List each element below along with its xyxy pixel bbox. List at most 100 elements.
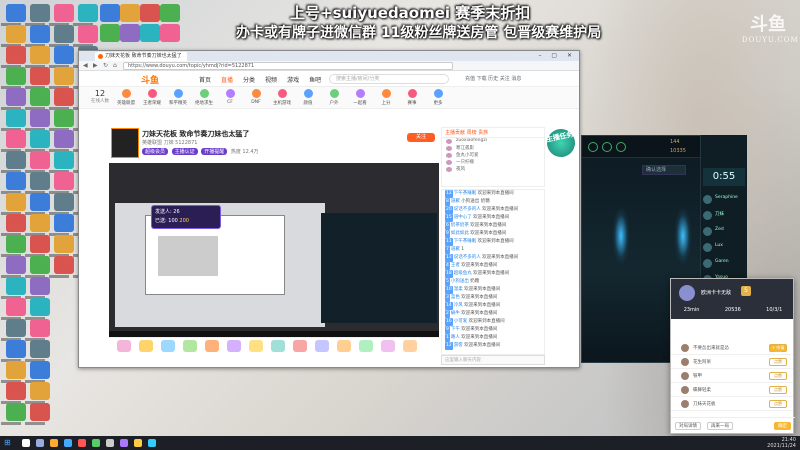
chat-username[interactable]: 温柔	[454, 287, 463, 292]
desktop-shortcut-icon[interactable]	[6, 193, 26, 211]
user-toolbar[interactable]: 充值 下载 历史 关注 消息	[465, 75, 521, 82]
desktop-shortcut-icon[interactable]	[6, 382, 26, 400]
desktop-shortcut-icon[interactable]	[100, 24, 120, 42]
row-action-button[interactable]: 点赞	[769, 372, 787, 380]
desktop-shortcut-icon[interactable]	[30, 67, 50, 85]
desktop-shortcut-icon[interactable]	[78, 4, 98, 22]
desktop-shortcut-icon[interactable]	[6, 340, 26, 358]
site-nav-item[interactable]: 鱼吧	[309, 77, 321, 84]
tag-pill[interactable]: 超级会员	[142, 148, 169, 155]
category-item[interactable]: 更多	[427, 89, 449, 106]
play-again-button[interactable]: 再来一局	[707, 422, 733, 430]
desktop-shortcut-icon[interactable]	[54, 4, 74, 22]
desktop-shortcut-icon[interactable]	[30, 340, 50, 358]
desktop-shortcut-icon[interactable]	[6, 46, 26, 64]
desktop-shortcut-icon[interactable]	[30, 382, 50, 400]
chat-username[interactable]: 下午茶睡眠	[454, 191, 477, 196]
category-item[interactable]: 上分	[375, 89, 397, 106]
gift-icon[interactable]	[337, 340, 351, 352]
chat-input[interactable]: 这里输入聊天内容	[441, 355, 545, 365]
game-avatar-icon[interactable]	[616, 142, 626, 152]
chat-username[interactable]: 道歉	[451, 247, 460, 252]
rank-tabs[interactable]: 主播贡献 周榜 贵族	[442, 128, 544, 138]
site-nav-item[interactable]: 分类	[243, 77, 255, 84]
tag-pill[interactable]: 主播认证	[171, 148, 198, 155]
site-nav-item[interactable]: 视频	[265, 77, 277, 84]
desktop-shortcut-icon[interactable]	[6, 88, 26, 106]
category-item[interactable]: 英雄联盟	[115, 89, 137, 106]
desktop-shortcut-icon[interactable]	[30, 130, 50, 148]
desktop-shortcut-icon[interactable]	[6, 67, 26, 85]
category-item[interactable]: 一起看	[349, 89, 371, 106]
taskbar-app-icon[interactable]	[92, 439, 100, 447]
windows-start-icon[interactable]: ⊞	[4, 439, 11, 447]
chat-username[interactable]: 小狗送出	[451, 279, 469, 284]
game-avatar-icon[interactable]	[588, 142, 598, 152]
site-nav-item[interactable]: 首页	[199, 77, 211, 84]
task-badge[interactable]: 主播任务	[544, 126, 578, 160]
category-item[interactable]: 主机游戏	[271, 89, 293, 106]
category-item[interactable]: 和平精英	[167, 89, 189, 106]
category-item[interactable]: 赛事	[401, 89, 423, 106]
chat-username[interactable]: 小可爱	[454, 319, 468, 324]
taskbar-app-icon[interactable]	[36, 439, 44, 447]
category-item[interactable]: 户外	[323, 89, 345, 106]
browser-window[interactable]: 刀妹天花板 致命节奏刀妹也太猛了 – ▢ ✕ ◀ ▶ ↻ ⌂ https://w…	[78, 50, 580, 368]
desktop-shortcut-icon[interactable]	[6, 151, 26, 169]
taskbar-app-icon[interactable]	[148, 439, 156, 447]
site-nav-item[interactable]: 游戏	[287, 77, 299, 84]
rank-item[interactable]: 一只柠檬	[442, 159, 544, 166]
desktop-shortcut-icon[interactable]	[120, 4, 140, 22]
desktop-shortcut-icon[interactable]	[30, 109, 50, 127]
desktop-shortcut-icon[interactable]	[6, 109, 26, 127]
streamer-avatar[interactable]	[111, 128, 139, 158]
taskbar-app-icon[interactable]	[134, 439, 142, 447]
rank-item[interactable]: 鱼丸小可爱	[442, 152, 544, 159]
desktop-shortcut-icon[interactable]	[30, 235, 50, 253]
desktop-shortcut-icon[interactable]	[6, 403, 26, 421]
taskbar-app-icon[interactable]	[120, 439, 128, 447]
desktop-shortcut-icon[interactable]	[6, 319, 26, 337]
row-action-button[interactable]: + 申请关注	[769, 344, 787, 356]
tag-pill[interactable]: 开播提醒	[201, 148, 228, 155]
rank-item[interactable]: 寒江孤影	[442, 145, 544, 152]
taskbar-app-icon[interactable]	[78, 439, 86, 447]
system-tray-clock[interactable]: 21:40 2021/11/24	[767, 437, 796, 449]
category-item[interactable]: 绝地求生	[193, 89, 215, 106]
chat-username[interactable]: 冷风	[454, 303, 463, 308]
player-slot[interactable]: Seraphine	[703, 194, 745, 206]
desktop-shortcut-icon[interactable]	[54, 130, 74, 148]
taskbar-app-icon[interactable]	[22, 439, 30, 447]
search-input[interactable]: 搜索主播/房间/分类	[329, 74, 449, 84]
chat-username[interactable]: 说话不多的人	[454, 207, 481, 212]
desktop-shortcut-icon[interactable]	[54, 151, 74, 169]
desktop-shortcut-icon[interactable]	[54, 88, 74, 106]
row-action-button[interactable]: 点赞	[769, 400, 787, 408]
desktop-shortcut-icon[interactable]	[140, 24, 160, 42]
desktop-shortcut-icon[interactable]	[30, 298, 50, 316]
desktop-shortcut-icon[interactable]	[54, 256, 74, 274]
follow-button[interactable]: 关注	[407, 133, 435, 142]
desktop-shortcut-icon[interactable]	[54, 25, 74, 43]
desktop-shortcut-icon[interactable]	[54, 214, 74, 232]
chat-username[interactable]: 路人	[451, 335, 460, 340]
gift-icon[interactable]	[205, 340, 219, 352]
desktop-shortcut-icon[interactable]	[6, 4, 26, 22]
desktop-shortcut-icon[interactable]	[6, 25, 26, 43]
desktop-shortcut-icon[interactable]	[30, 151, 50, 169]
game-search-field[interactable]: 确认选择	[642, 165, 686, 175]
desktop-shortcut-icon[interactable]	[30, 256, 50, 274]
desktop-shortcut-icon[interactable]	[54, 67, 74, 85]
desktop-shortcut-icon[interactable]	[6, 298, 26, 316]
desktop-shortcut-icon[interactable]	[30, 88, 50, 106]
chat-username[interactable]: 奶茶奶茶	[451, 223, 469, 228]
gift-icon[interactable]	[315, 340, 329, 352]
game-avatar-icon[interactable]	[602, 142, 612, 152]
desktop-shortcut-icon[interactable]	[6, 214, 26, 232]
desktop-shortcut-icon[interactable]	[6, 172, 26, 190]
category-item[interactable]: DNF	[245, 89, 267, 105]
player-slot[interactable]: Zed	[703, 226, 745, 238]
taskbar-app-icon[interactable]	[50, 439, 58, 447]
site-logo[interactable]: 斗鱼	[141, 73, 159, 86]
video-player[interactable]: 发送人: 26 已送: 100 200	[109, 163, 439, 331]
